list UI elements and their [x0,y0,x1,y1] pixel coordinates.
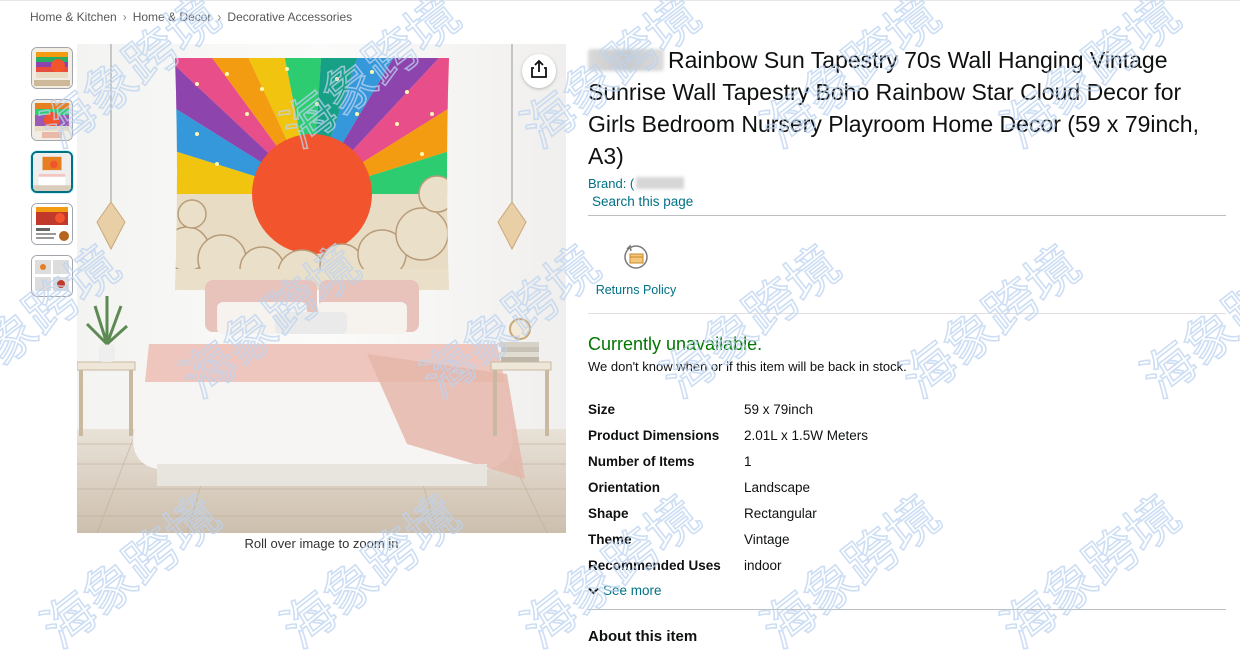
spec-key: Recommended Uses [588,557,721,573]
spec-key: Theme [588,531,632,547]
spec-value: indoor [744,557,782,573]
spec-value: 59 x 79inch [744,401,814,417]
spec-row-shape: Shape Rectangular [588,500,868,526]
product-details: Rainbow Sun Tapestry 70s Wall Hanging Vi… [588,44,1226,645]
main-product-image[interactable] [77,44,566,533]
returns-policy-button[interactable]: Returns Policy [588,242,684,297]
brand-link[interactable]: Brand: ( [588,176,1226,191]
spec-value: Landscape [744,479,811,495]
spec-value: Rectangular [744,505,817,521]
spec-key: Orientation [588,479,661,495]
thumbnail-2[interactable] [31,99,73,141]
thumbnail-4[interactable] [31,203,73,245]
spec-row-size: Size 59 x 79inch [588,396,868,422]
spec-table: Size 59 x 79inch Product Dimensions 2.01L … [588,396,868,578]
spec-row-number-of-items: Number of Items 1 [588,448,868,474]
spec-value: 2.01L x 1.5W Meters [744,427,869,443]
share-button[interactable] [522,54,556,88]
see-more-label: See more [603,583,662,598]
breadcrumb-decorative-accessories[interactable]: Decorative Accessories [227,10,352,24]
thumbnail-3-selected[interactable] [31,151,73,193]
breadcrumb-home-kitchen[interactable]: Home & Kitchen [30,10,117,24]
product-page: Home & Kitchen › Home & Décor › Decorative A… [0,0,1240,658]
stock-note: We don't know when or if this item will … [588,359,907,374]
brand-label: Brand: ( [588,176,635,191]
about-this-item-heading: About this item [588,628,698,645]
blurred-brand-name [588,49,664,71]
divider [588,215,1226,216]
spec-row-dimensions: Product Dimensions 2.01L x 1.5W Meters [588,422,868,448]
top-border [0,0,1240,1]
spec-row-theme: Theme Vintage [588,526,868,552]
search-this-page-link[interactable]: Search this page [592,194,1226,209]
spec-key: Shape [588,505,629,521]
spec-key: Product Dimensions [588,427,720,443]
spec-key: Number of Items [588,453,695,469]
thumbnail-5[interactable] [31,255,73,297]
blurred-brand [636,177,685,189]
breadcrumb-separator: › [217,10,222,24]
product-title-text: Rainbow Sun Tapestry 70s Wall Hanging Vi… [588,47,1199,169]
spec-value: Vintage [744,531,790,547]
breadcrumb-separator: › [122,10,127,24]
breadcrumb-home-decor[interactable]: Home & Décor [133,10,212,24]
product-title: Rainbow Sun Tapestry 70s Wall Hanging Vi… [588,44,1226,172]
spec-value: 1 [744,453,752,469]
thumbnail-strip [31,47,75,307]
chevron-down-icon [588,583,599,598]
see-more-link[interactable]: See more [588,583,662,598]
returns-box-icon [621,244,651,276]
zoom-caption: Roll over image to zoom in [244,536,399,551]
returns-policy-label: Returns Policy [595,283,677,297]
divider [588,609,1226,610]
spec-key: Size [588,401,616,417]
thumbnail-1[interactable] [31,47,73,89]
share-icon [530,59,548,84]
divider [588,313,1226,314]
breadcrumb: Home & Kitchen › Home & Décor › Decorative A… [30,10,352,24]
spec-row-recommended-uses: Recommended Uses indoor [588,552,868,578]
spec-row-orientation: Orientation Landscape [588,474,868,500]
availability-status: Currently unavailable. [588,334,763,354]
